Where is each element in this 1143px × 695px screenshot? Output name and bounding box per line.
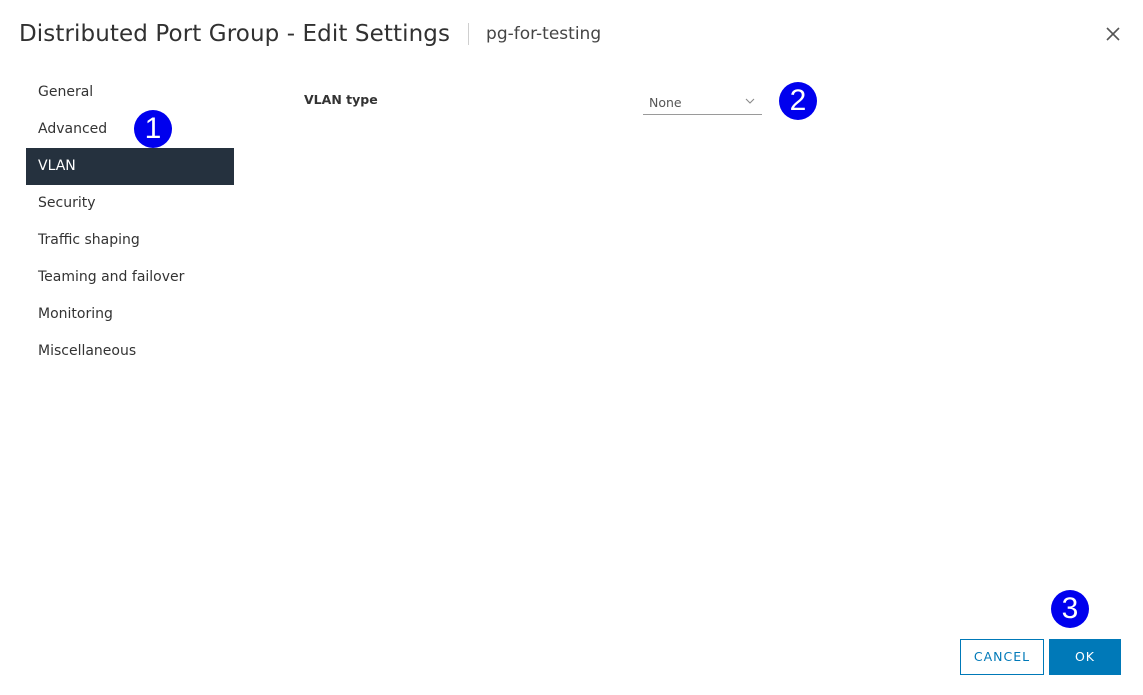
title-divider: [468, 23, 470, 45]
nav-item-monitoring[interactable]: Monitoring: [26, 296, 234, 333]
close-button[interactable]: [1102, 23, 1124, 45]
vlan-type-label: VLAN type: [304, 92, 378, 107]
edit-settings-dialog: Distributed Port Group - Edit Settings p…: [0, 0, 1143, 695]
nav-item-miscellaneous[interactable]: Miscellaneous: [26, 333, 234, 370]
nav-item-general[interactable]: General: [26, 74, 234, 111]
vlan-type-select[interactable]: None: [643, 90, 762, 115]
dialog-subtitle: pg-for-testing: [486, 24, 602, 44]
dialog-title: Distributed Port Group - Edit Settings: [19, 21, 451, 47]
nav-item-advanced[interactable]: Advanced: [26, 111, 234, 148]
dialog-header: Distributed Port Group - Edit Settings p…: [19, 16, 601, 52]
vlan-type-value: None: [649, 95, 682, 110]
nav-item-traffic-shaping[interactable]: Traffic shaping: [26, 222, 234, 259]
close-icon: [1106, 27, 1120, 41]
nav-item-vlan[interactable]: VLAN: [26, 148, 234, 185]
ok-button[interactable]: OK: [1049, 639, 1121, 675]
cancel-button[interactable]: CANCEL: [960, 639, 1044, 675]
annotation-marker-3: 3: [1051, 590, 1089, 628]
chevron-down-icon: [745, 98, 755, 104]
annotation-marker-2: 2: [779, 82, 817, 120]
settings-nav: General Advanced VLAN Security Traffic s…: [26, 74, 234, 370]
annotation-marker-1: 1: [134, 110, 172, 148]
nav-item-teaming-and-failover[interactable]: Teaming and failover: [26, 259, 234, 296]
nav-item-security[interactable]: Security: [26, 185, 234, 222]
